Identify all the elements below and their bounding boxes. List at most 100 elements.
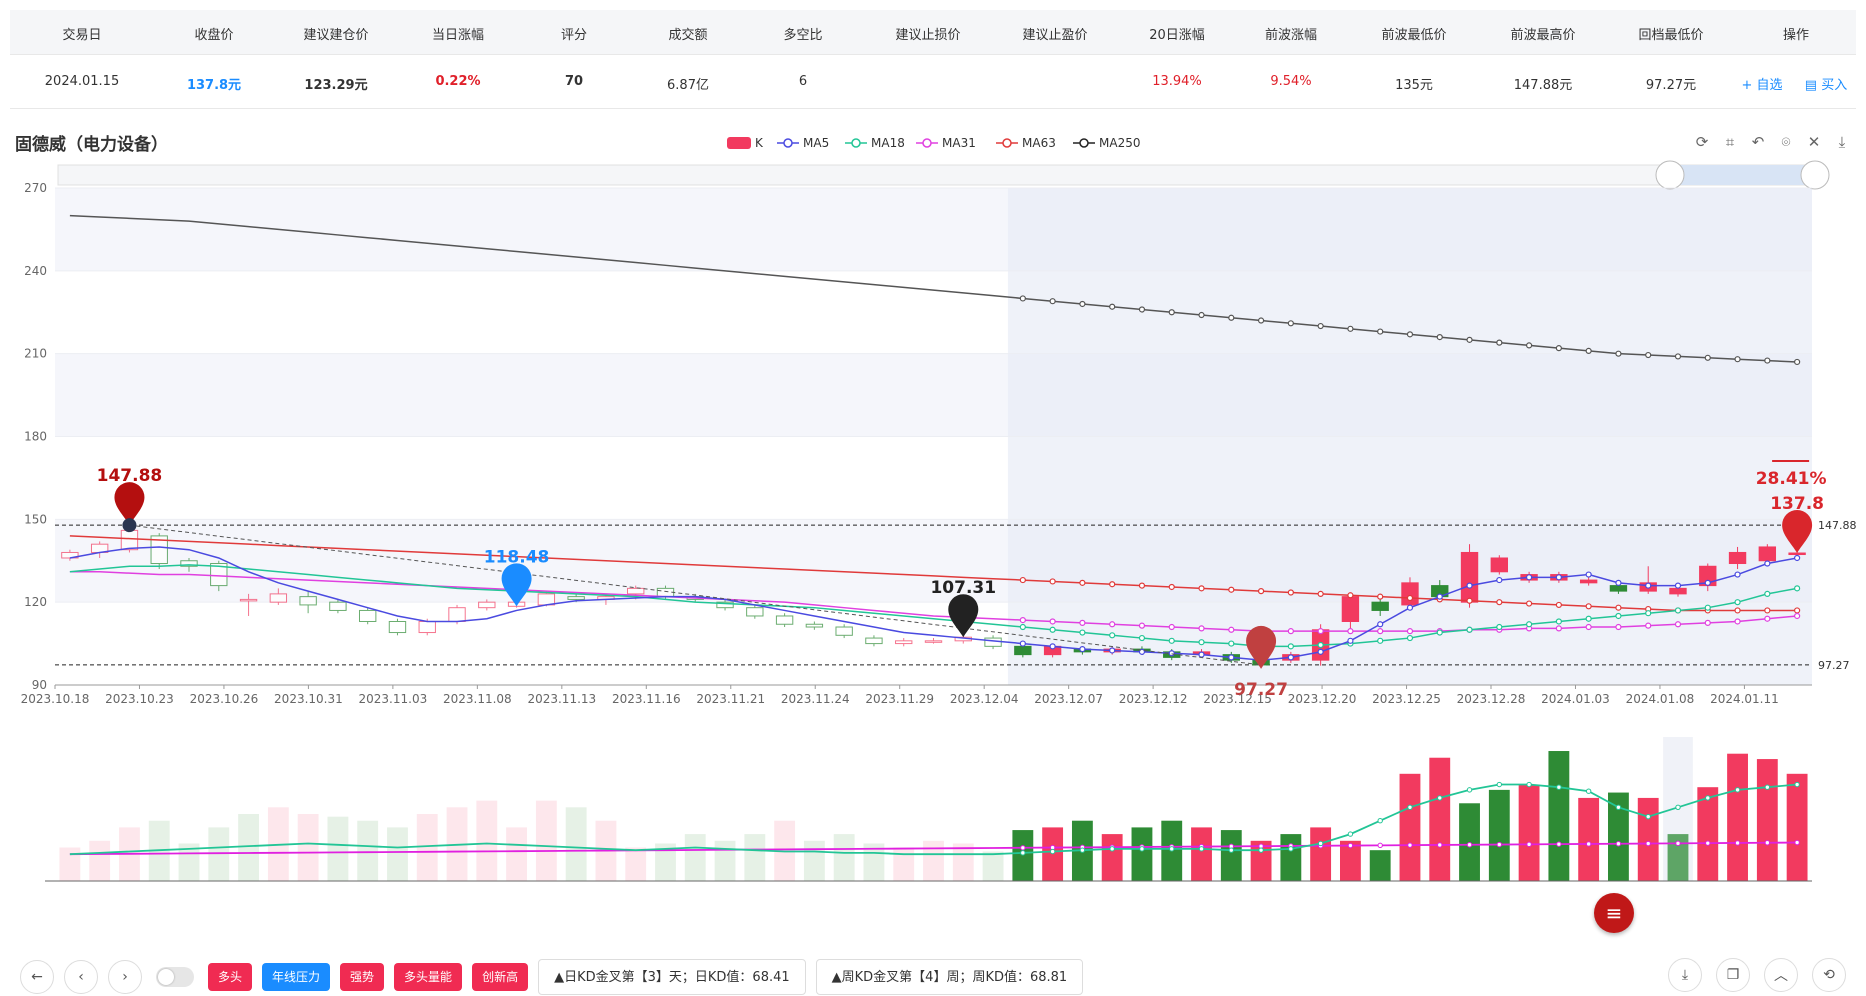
volume-ma10-point bbox=[1407, 842, 1413, 848]
ma18-point bbox=[1228, 640, 1235, 647]
prev-icon[interactable]: ‹ bbox=[64, 960, 98, 994]
ma31-point bbox=[1049, 618, 1056, 625]
ma18-point bbox=[1019, 623, 1026, 631]
tag-strong[interactable]: 强势 bbox=[340, 963, 385, 991]
candle-body bbox=[1371, 601, 1389, 611]
ma63-point bbox=[1257, 588, 1265, 595]
volume-bar bbox=[625, 847, 647, 881]
menu-icon[interactable]: ≡ bbox=[1594, 893, 1634, 933]
zoom-slider-window bbox=[1670, 165, 1815, 185]
candle bbox=[388, 618, 407, 636]
tag-year-pressure[interactable]: 年线压力 bbox=[262, 963, 331, 991]
ma5-point bbox=[1496, 576, 1503, 584]
ma250-point bbox=[1764, 357, 1771, 364]
volume-bar bbox=[1518, 784, 1540, 881]
tag-bullish[interactable]: 多头 bbox=[208, 963, 253, 991]
volume-ma10-point bbox=[1764, 840, 1771, 846]
ma250-point bbox=[1317, 322, 1324, 330]
ma250-point bbox=[1674, 353, 1682, 360]
volume-bar bbox=[327, 816, 349, 881]
candle-body bbox=[388, 620, 407, 634]
ma250-point bbox=[1525, 342, 1533, 349]
volume-bar bbox=[1399, 773, 1421, 881]
ma5-point bbox=[1734, 571, 1741, 578]
volume-bar bbox=[297, 814, 319, 881]
volume-bar bbox=[1429, 757, 1451, 881]
ma63-point bbox=[1615, 604, 1622, 611]
marker-label: 147.88 bbox=[97, 466, 163, 486]
x-tick-label: 2024.01.11 bbox=[1710, 692, 1779, 706]
y-tick-label: 270 bbox=[24, 181, 47, 195]
ma5-point bbox=[1704, 579, 1711, 586]
y-tick-label: 90 bbox=[32, 678, 47, 692]
candle-body bbox=[299, 596, 317, 606]
candle-body bbox=[1401, 582, 1419, 606]
toggle-switch[interactable] bbox=[156, 967, 194, 987]
volume-ma5-point bbox=[1258, 847, 1264, 853]
back-icon[interactable]: ← bbox=[20, 960, 54, 994]
ma63-point bbox=[1764, 607, 1771, 614]
ma63-point bbox=[1794, 607, 1801, 614]
volume-bar bbox=[1191, 827, 1212, 881]
x-tick-label: 2023.11.13 bbox=[527, 692, 596, 706]
ma250-point bbox=[1436, 334, 1443, 341]
tag-bull-volume[interactable]: 多头量能 bbox=[394, 963, 463, 991]
download-icon[interactable]: ⤓ bbox=[1668, 958, 1702, 992]
ma31-point bbox=[1138, 622, 1146, 629]
y-tick-label: 240 bbox=[24, 264, 47, 278]
y-tick-label: 180 bbox=[24, 430, 47, 444]
zoom-slider bbox=[57, 164, 1816, 186]
volume-ma5-point bbox=[1526, 781, 1532, 788]
copy-icon[interactable]: ❐ bbox=[1716, 958, 1750, 992]
volume-bar bbox=[744, 834, 766, 881]
ma31-point bbox=[1228, 626, 1235, 633]
volume-ma5-point bbox=[1705, 795, 1711, 801]
ma18-point bbox=[1109, 632, 1116, 639]
x-tick-label: 2024.01.03 bbox=[1541, 692, 1610, 706]
ma18-point bbox=[1794, 585, 1801, 592]
next-icon[interactable]: › bbox=[108, 960, 142, 994]
candle-body bbox=[895, 640, 913, 645]
volume-ma5-point bbox=[1437, 795, 1443, 801]
kline-chart[interactable]: 270 240 210 180 150 120 902023.10.18 2023.10.23… bbox=[0, 0, 1866, 930]
ma250-point bbox=[1287, 320, 1294, 327]
x-tick-label: 2023.10.18 bbox=[21, 692, 90, 706]
ma18-point bbox=[1138, 634, 1146, 642]
candle-body bbox=[329, 601, 347, 611]
candle-body bbox=[358, 609, 377, 622]
peak-dot bbox=[122, 518, 137, 533]
candle-body bbox=[1014, 645, 1032, 656]
candle-body bbox=[418, 620, 436, 634]
volume-ma5-point bbox=[1734, 787, 1741, 793]
x-tick-label: 2023.10.31 bbox=[274, 692, 343, 706]
ma250-point bbox=[1168, 309, 1175, 316]
ma63-point bbox=[1198, 585, 1205, 592]
ma18-point bbox=[1287, 643, 1294, 650]
ma18-point bbox=[1496, 623, 1503, 631]
x-tick-label: 2023.11.21 bbox=[696, 692, 765, 706]
tag-new-high[interactable]: 创新高 bbox=[472, 963, 529, 991]
x-tick-label: 2023.12.07 bbox=[1034, 692, 1103, 706]
volume-bar bbox=[923, 840, 944, 881]
daily-kd-info: ▲日KD金叉第【3】天；日KD值：68.41 bbox=[538, 959, 806, 995]
volume-ma5-point bbox=[1764, 784, 1771, 790]
reset-icon[interactable]: ⟲ bbox=[1812, 958, 1846, 992]
x-tick-label: 2023.12.25 bbox=[1372, 692, 1441, 706]
ma18-point bbox=[1049, 626, 1056, 633]
x-tick-label: 2023.10.23 bbox=[105, 692, 174, 706]
ma250-point bbox=[1138, 306, 1146, 313]
volume-bar bbox=[1548, 751, 1570, 881]
ma18-point bbox=[1198, 639, 1205, 646]
marker-label: 107.31 bbox=[930, 578, 996, 598]
volume-bar bbox=[684, 834, 706, 881]
marker-label: 118.48 bbox=[484, 547, 550, 567]
ma31-point bbox=[1168, 623, 1175, 631]
ma250-point bbox=[1555, 345, 1562, 352]
ma31-point bbox=[1585, 623, 1592, 631]
volume-bar bbox=[1727, 753, 1748, 881]
ma5-point bbox=[1228, 654, 1235, 661]
ma18-point bbox=[1734, 599, 1741, 606]
ma5-point bbox=[1049, 643, 1056, 650]
scroll-top-icon[interactable]: ︿ bbox=[1764, 958, 1798, 992]
candle-body bbox=[239, 598, 258, 602]
